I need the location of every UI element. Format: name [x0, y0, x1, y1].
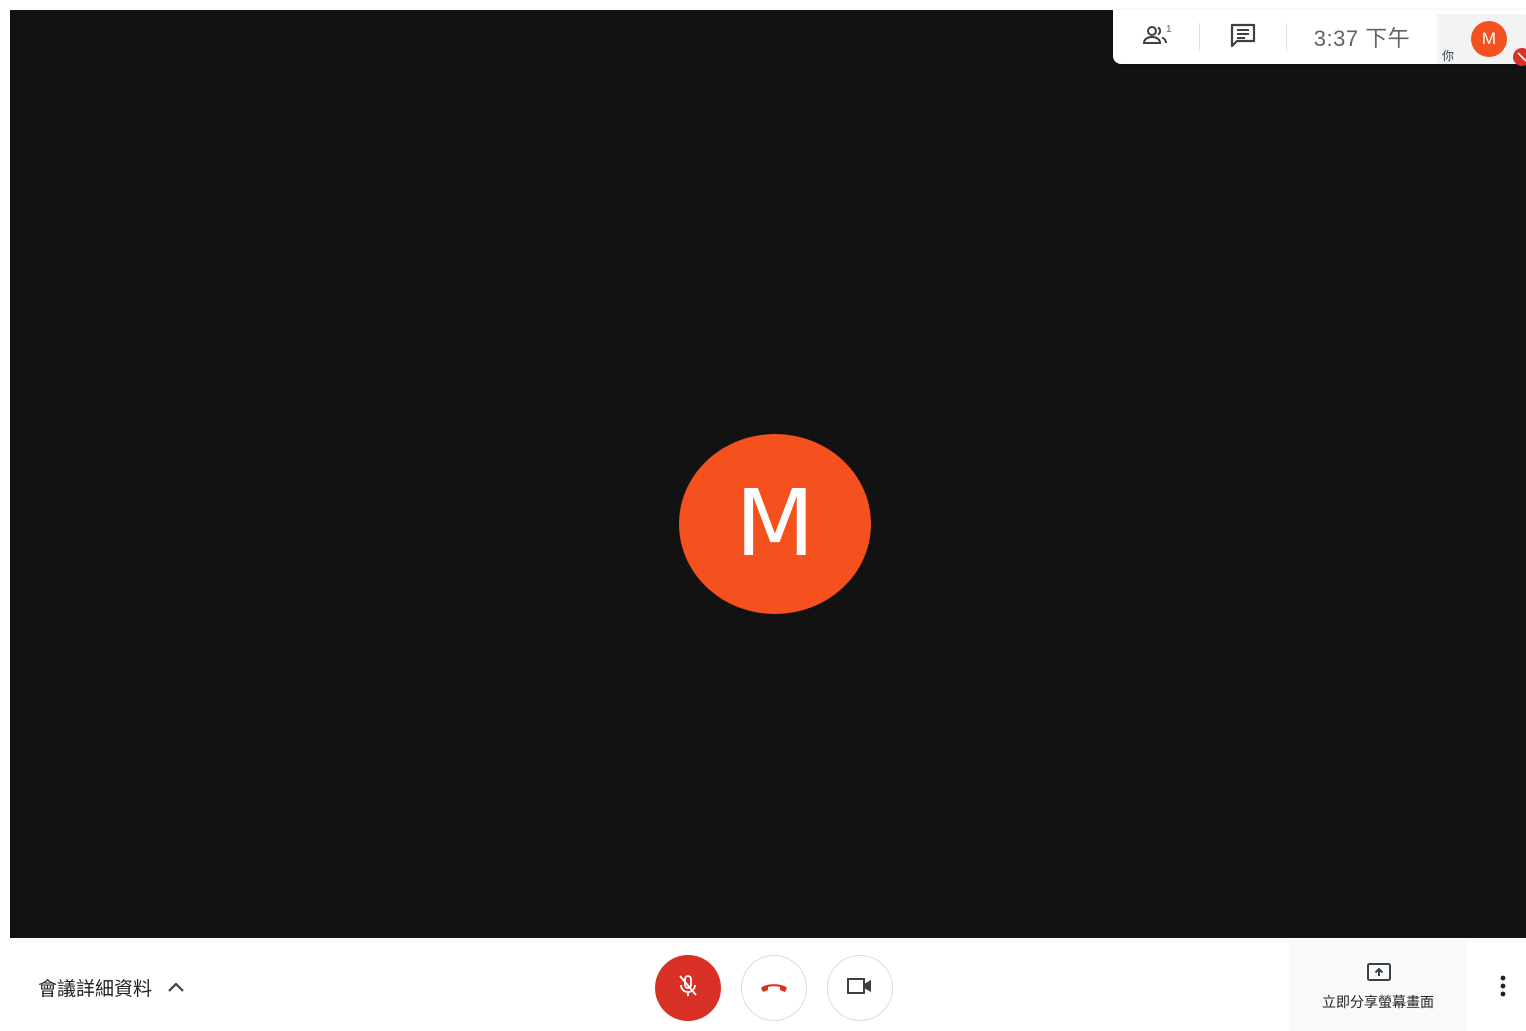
- mic-toggle-button[interactable]: [655, 955, 721, 1021]
- participant-avatar-letter: M: [735, 470, 815, 577]
- self-label: 你: [1442, 49, 1455, 63]
- more-vert-icon: [1500, 975, 1506, 1001]
- muted-badge-icon: [1513, 48, 1526, 66]
- present-now-label: 立即分享螢幕畫面: [1322, 995, 1434, 1011]
- meeting-clock: 3:37 下午: [1313, 26, 1411, 51]
- present-now-button[interactable]: 立即分享螢幕畫面: [1289, 940, 1467, 1031]
- chat-icon: [1230, 23, 1256, 51]
- mic-off-icon: [676, 973, 700, 1003]
- hang-up-button[interactable]: [741, 955, 807, 1021]
- call-end-icon: [759, 979, 789, 998]
- camera-toggle-button[interactable]: [827, 955, 893, 1021]
- more-options-button[interactable]: [1488, 970, 1518, 1006]
- chat-button[interactable]: [1200, 10, 1286, 64]
- self-view-tile[interactable]: 你 M: [1437, 14, 1526, 66]
- present-screen-icon: [1366, 962, 1392, 988]
- meeting-details-label: 會議詳細資料: [38, 977, 153, 1000]
- participant-avatar: M: [679, 434, 871, 614]
- videocam-icon: [846, 976, 874, 1000]
- video-stage: M: [10, 10, 1526, 938]
- self-avatar-letter: M: [1481, 29, 1497, 48]
- meeting-info-bar: 1 3:37 下午 你 M: [1113, 10, 1526, 66]
- meeting-details-toggle[interactable]: 會議詳細資料: [38, 972, 186, 1002]
- people-button[interactable]: 1: [1113, 10, 1199, 64]
- chevron-up-icon: [166, 980, 186, 994]
- self-avatar: M: [1471, 21, 1507, 57]
- people-count: 1: [1166, 24, 1172, 35]
